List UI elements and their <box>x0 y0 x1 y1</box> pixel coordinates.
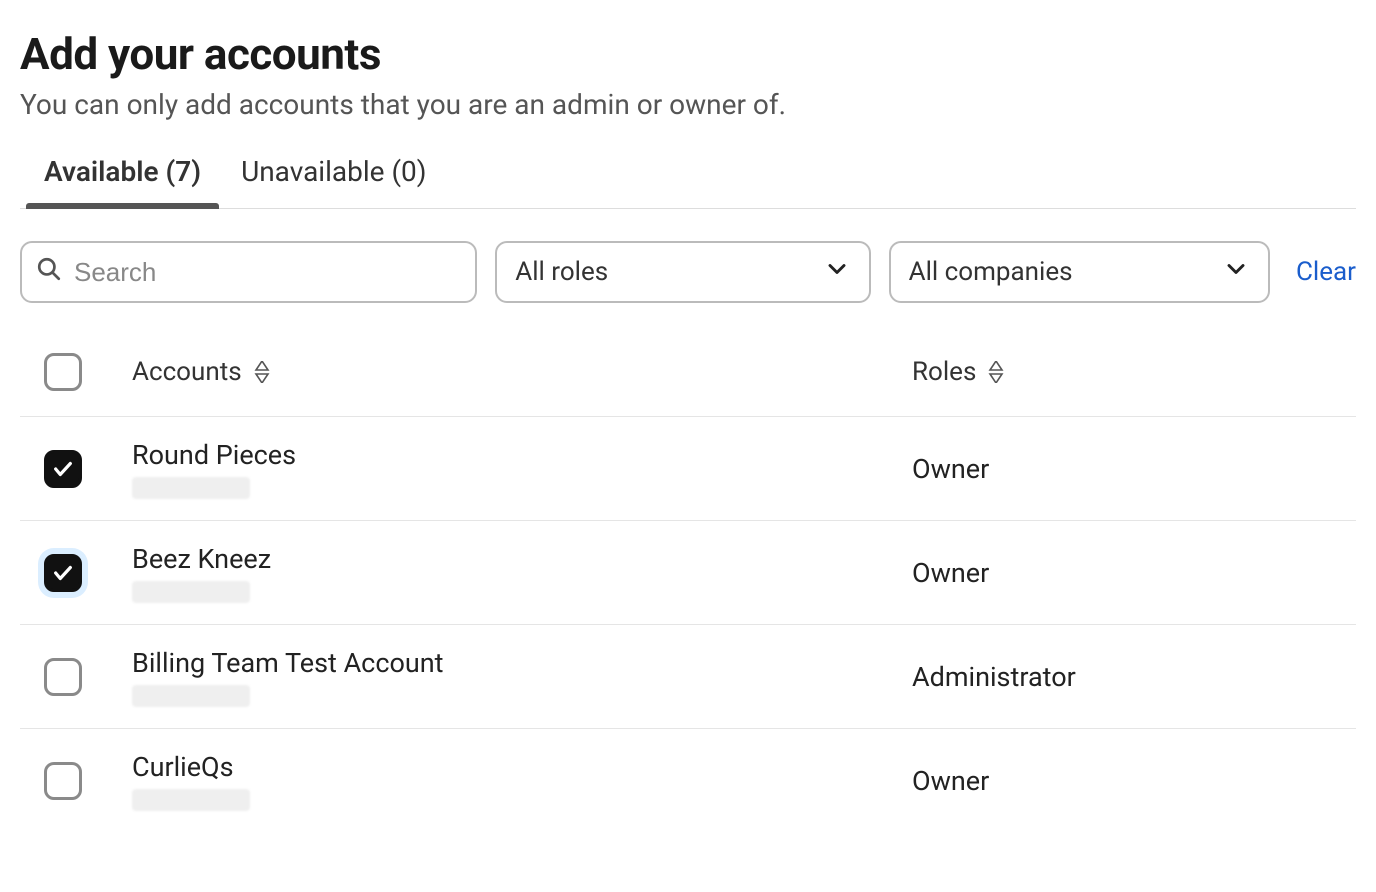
tab-available[interactable]: Available (7) <box>44 149 201 208</box>
companies-select[interactable]: All companies <box>889 241 1270 303</box>
row-checkbox[interactable] <box>44 450 82 488</box>
sort-icon <box>254 361 270 383</box>
filter-bar: All roles All companies Clear <box>20 209 1356 327</box>
chevron-down-icon <box>823 255 851 290</box>
account-role: Owner <box>912 453 1352 485</box>
row-checkbox[interactable] <box>44 658 82 696</box>
table-row: Round Pieces Owner <box>20 417 1356 521</box>
column-header-roles-label: Roles <box>912 357 976 387</box>
table-row: Billing Team Test Account Administrator <box>20 625 1356 729</box>
account-subtext <box>132 685 250 707</box>
account-name: Beez Kneez <box>132 543 912 575</box>
account-role: Administrator <box>912 661 1352 693</box>
select-all-checkbox[interactable] <box>44 353 82 391</box>
roles-select[interactable]: All roles <box>495 241 870 303</box>
account-subtext <box>132 581 250 603</box>
accounts-table: Accounts Roles <box>20 327 1356 833</box>
account-role: Owner <box>912 765 1352 797</box>
companies-select-label: All companies <box>909 257 1073 287</box>
row-checkbox[interactable] <box>44 554 82 592</box>
column-header-accounts[interactable]: Accounts <box>132 357 912 387</box>
account-subtext <box>132 477 250 499</box>
table-header: Accounts Roles <box>20 327 1356 417</box>
sort-icon <box>988 361 1004 383</box>
account-subtext <box>132 789 250 811</box>
tabs: Available (7) Unavailable (0) <box>20 149 1356 209</box>
clear-link[interactable]: Clear <box>1296 257 1356 287</box>
tab-unavailable[interactable]: Unavailable (0) <box>241 149 426 208</box>
account-role: Owner <box>912 557 1352 589</box>
search-field[interactable] <box>20 241 477 303</box>
page-title: Add your accounts <box>20 28 1356 80</box>
row-checkbox[interactable] <box>44 762 82 800</box>
table-row: Beez Kneez Owner <box>20 521 1356 625</box>
search-input[interactable] <box>72 256 461 289</box>
account-name: Round Pieces <box>132 439 912 471</box>
account-name: Billing Team Test Account <box>132 647 912 679</box>
column-header-roles[interactable]: Roles <box>912 357 1352 387</box>
chevron-down-icon <box>1222 255 1250 290</box>
table-row: CurlieQs Owner <box>20 729 1356 833</box>
account-name: CurlieQs <box>132 751 912 783</box>
roles-select-label: All roles <box>515 257 608 287</box>
page-subtitle: You can only add accounts that you are a… <box>20 88 1356 121</box>
search-icon <box>36 256 62 289</box>
column-header-accounts-label: Accounts <box>132 357 242 387</box>
